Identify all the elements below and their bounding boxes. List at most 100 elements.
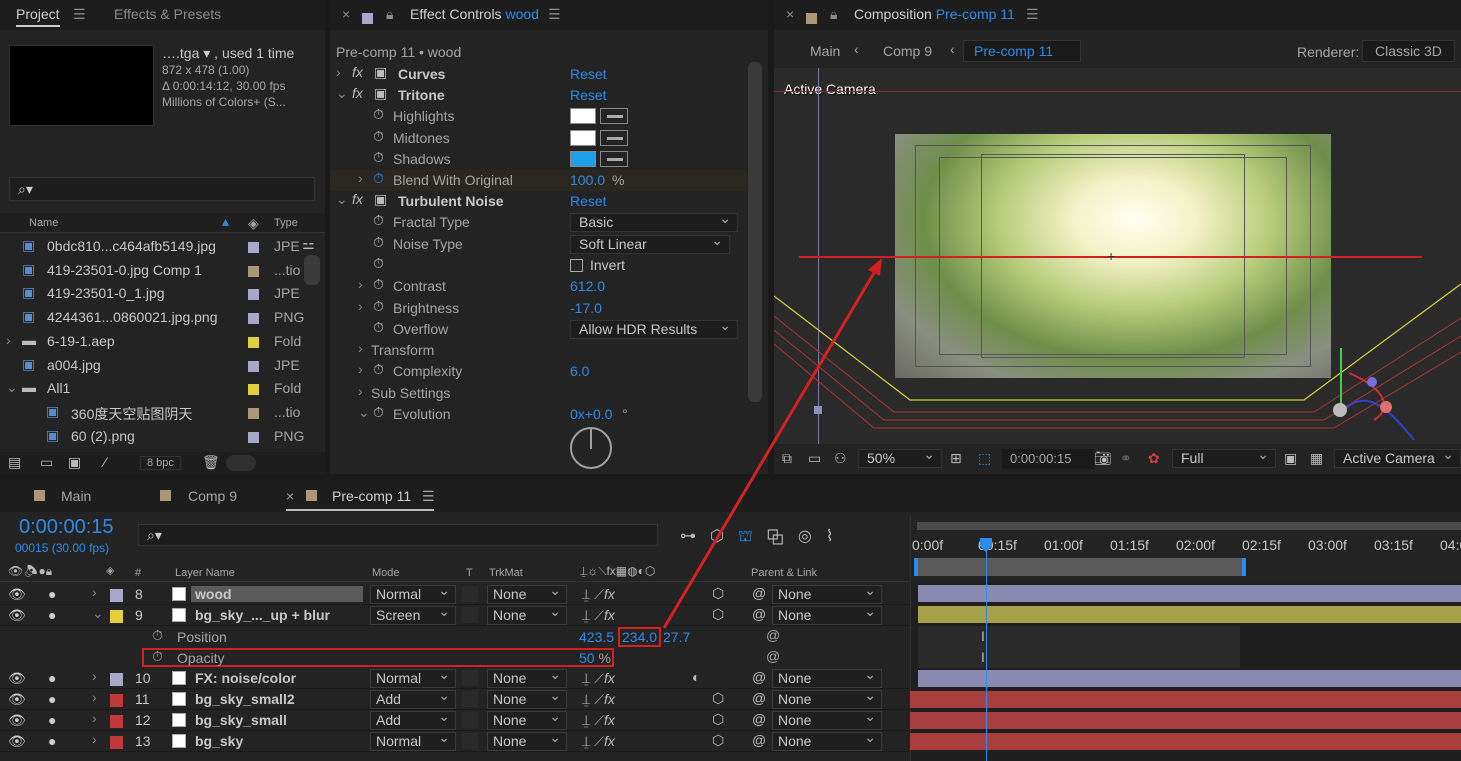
project-item[interactable]: ⌄ ▬ All1 Fold	[0, 378, 301, 400]
project-item[interactable]: ▣ 0bdc810...c464afb5149.jpg JPE	[0, 236, 300, 258]
layer-row[interactable]: 👁︎ ● › 11 bg_sky_small2 Add None ⍊ ⟋fx ⬡…	[0, 687, 910, 710]
tab-comp9[interactable]: Comp 9	[188, 488, 237, 504]
solo-dot-icon[interactable]: ●	[48, 607, 56, 623]
effect-value[interactable]: 100.0	[570, 172, 605, 188]
eye-icon[interactable]: 👁︎	[8, 586, 26, 603]
effect-row[interactable]: ⏱︎ Fractal Type Basic	[330, 210, 746, 233]
checkbox[interactable]	[570, 259, 583, 272]
scrollbar[interactable]	[304, 255, 320, 285]
position-y[interactable]: 234.0	[618, 627, 662, 647]
chevron-right-icon[interactable]: ›	[358, 340, 363, 356]
always-preview-icon[interactable]: ⧉	[782, 450, 792, 467]
3d-layer-icon[interactable]: ⬡	[712, 732, 724, 749]
evolution-dial[interactable]	[570, 427, 612, 469]
solo-dot-icon[interactable]: ●	[48, 733, 56, 749]
item-label-color[interactable]	[248, 431, 259, 443]
keyframe-icon[interactable]: I	[981, 628, 985, 644]
track-fx-noise[interactable]	[918, 670, 1461, 687]
timeline-timecode[interactable]: 0:00:00:15	[19, 516, 114, 539]
pick-whip-icon[interactable]: @	[766, 627, 780, 643]
effect-row[interactable]: ⏱︎ Noise Type Soft Linear	[330, 232, 746, 255]
panel-menu-icon[interactable]: ☰	[548, 6, 561, 23]
chevron-right-icon[interactable]: ›	[336, 64, 341, 80]
solo-dot-icon[interactable]: ●	[48, 670, 56, 686]
mask-icon[interactable]: ⬚	[978, 450, 991, 467]
color-swatch[interactable]	[570, 108, 596, 124]
effect-value[interactable]: Reset	[570, 66, 607, 82]
project-item[interactable]: ▣ 360度天空贴图阴天 ...tio	[0, 402, 300, 424]
col-type[interactable]: Type	[274, 217, 298, 229]
preserve-transparency[interactable]	[462, 586, 478, 602]
lock-icon[interactable]: 🔒︎	[386, 6, 393, 23]
layer-row[interactable]: 👁︎ ● ⌄ 9 bg_sky_..._up + blur Screen Non…	[0, 603, 910, 626]
effect-dropdown[interactable]: Basic	[570, 210, 738, 232]
stopwatch-icon[interactable]: ⏱︎	[373, 128, 384, 145]
effect-row[interactable]: › fx ▣ Curves Reset	[330, 64, 746, 85]
search-input[interactable]: ⌕▾	[9, 177, 315, 201]
col-layer-name[interactable]: Layer Name	[175, 567, 235, 579]
parent-dropdown[interactable]: None	[772, 729, 882, 751]
lock-icon[interactable]: 🔒︎	[830, 6, 837, 23]
tab-main[interactable]: Main	[61, 488, 91, 504]
trkmat-dropdown[interactable]: None	[487, 603, 567, 625]
color-swatch[interactable]	[570, 151, 596, 167]
effect-row[interactable]: ⌄ fx ▣ Tritone Reset	[330, 85, 746, 106]
3d-layer-icon[interactable]: ⬡	[712, 690, 724, 707]
preserve-transparency[interactable]	[462, 670, 478, 686]
chevron-right-icon[interactable]: ›	[92, 731, 97, 747]
effect-row[interactable]: ⏱︎ Invert	[330, 255, 746, 276]
effect-value[interactable]: 0x+0.0	[570, 406, 612, 422]
col-trkmat[interactable]: TrkMat	[489, 567, 523, 579]
effect-row[interactable]: › Transform	[330, 340, 746, 361]
parent-dropdown[interactable]: None	[772, 687, 882, 709]
layer-name[interactable]: bg_sky_..._up + blur	[195, 607, 330, 623]
layer-name[interactable]: bg_sky_small	[195, 712, 287, 728]
chevron-right-icon[interactable]: ›	[358, 170, 363, 186]
crumb-comp9[interactable]: Comp 9	[883, 43, 932, 59]
layer-label-color[interactable]	[110, 673, 123, 686]
composition-title[interactable]: Composition Pre-comp 11	[854, 6, 1015, 22]
close-icon[interactable]: ×	[786, 6, 794, 22]
item-label-color[interactable]	[248, 336, 259, 348]
effect-row[interactable]: ⏱︎ Shadows	[330, 149, 746, 170]
frame-blend-icon[interactable]: ⧉	[767, 528, 798, 545]
mode-dropdown[interactable]: Normal	[370, 666, 456, 688]
chevron-right-icon[interactable]: ›	[92, 710, 97, 726]
new-folder-icon[interactable]: ▭	[40, 454, 53, 471]
layer-row[interactable]: 👁︎ ● › 12 bg_sky_small Add None ⍊ ⟋fx ⬡ …	[0, 708, 910, 731]
eye-icon[interactable]: 👁︎	[8, 607, 26, 624]
stopwatch-icon[interactable]: ⏱︎	[373, 361, 384, 378]
chevron-down-icon[interactable]: ⌄	[358, 404, 370, 421]
preserve-transparency[interactable]	[462, 607, 478, 623]
trkmat-dropdown[interactable]: None	[487, 708, 567, 730]
stopwatch-icon[interactable]: ⏱︎	[373, 404, 384, 421]
renderer-button[interactable]: Classic 3D	[1362, 40, 1455, 62]
3d-layer-icon[interactable]: ⬡	[712, 606, 724, 623]
chevron-right-icon[interactable]: ›	[6, 332, 11, 348]
switch-icons[interactable]: ⍊ ⟋fx	[582, 712, 615, 729]
3d-draft-icon[interactable]: ⬡	[710, 528, 738, 545]
position-x[interactable]: 423.5	[579, 629, 614, 645]
stopwatch-icon[interactable]: ⏱︎	[373, 319, 384, 336]
track-bg-sky[interactable]	[910, 733, 1461, 750]
crumb-main[interactable]: Main	[810, 43, 840, 59]
motion-blur-icon[interactable]: ◎	[798, 528, 826, 545]
project-item[interactable]: ▣ a004.jpg JPE	[0, 355, 300, 377]
pick-whip-icon[interactable]: @	[752, 585, 766, 601]
panel-menu-icon[interactable]: ☰	[1026, 6, 1039, 23]
switch-icons[interactable]: ⍊ ⟋fx	[582, 670, 615, 687]
channel-icon[interactable]: ✿	[1148, 450, 1160, 467]
switch-icons[interactable]: ⍊ ⟋fx	[582, 733, 615, 750]
resolution-dropdown[interactable]: Full	[1172, 446, 1276, 468]
fx-icon[interactable]: fx	[352, 85, 363, 101]
effect-row[interactable]: ⏱︎ Highlights	[330, 106, 746, 127]
new-comp-icon[interactable]: ▣	[68, 454, 81, 471]
graph-editor-icon[interactable]: ⌇	[826, 528, 848, 545]
chevron-right-icon[interactable]: ›	[92, 668, 97, 684]
eye-icon[interactable]: 👁︎	[8, 712, 26, 729]
mode-dropdown[interactable]: Normal	[370, 582, 456, 604]
preserve-transparency[interactable]	[462, 733, 478, 749]
item-label-color[interactable]	[248, 407, 259, 419]
chevron-right-icon[interactable]: ›	[358, 276, 363, 292]
timecode-field[interactable]: 0:00:00:15	[1002, 449, 1094, 469]
